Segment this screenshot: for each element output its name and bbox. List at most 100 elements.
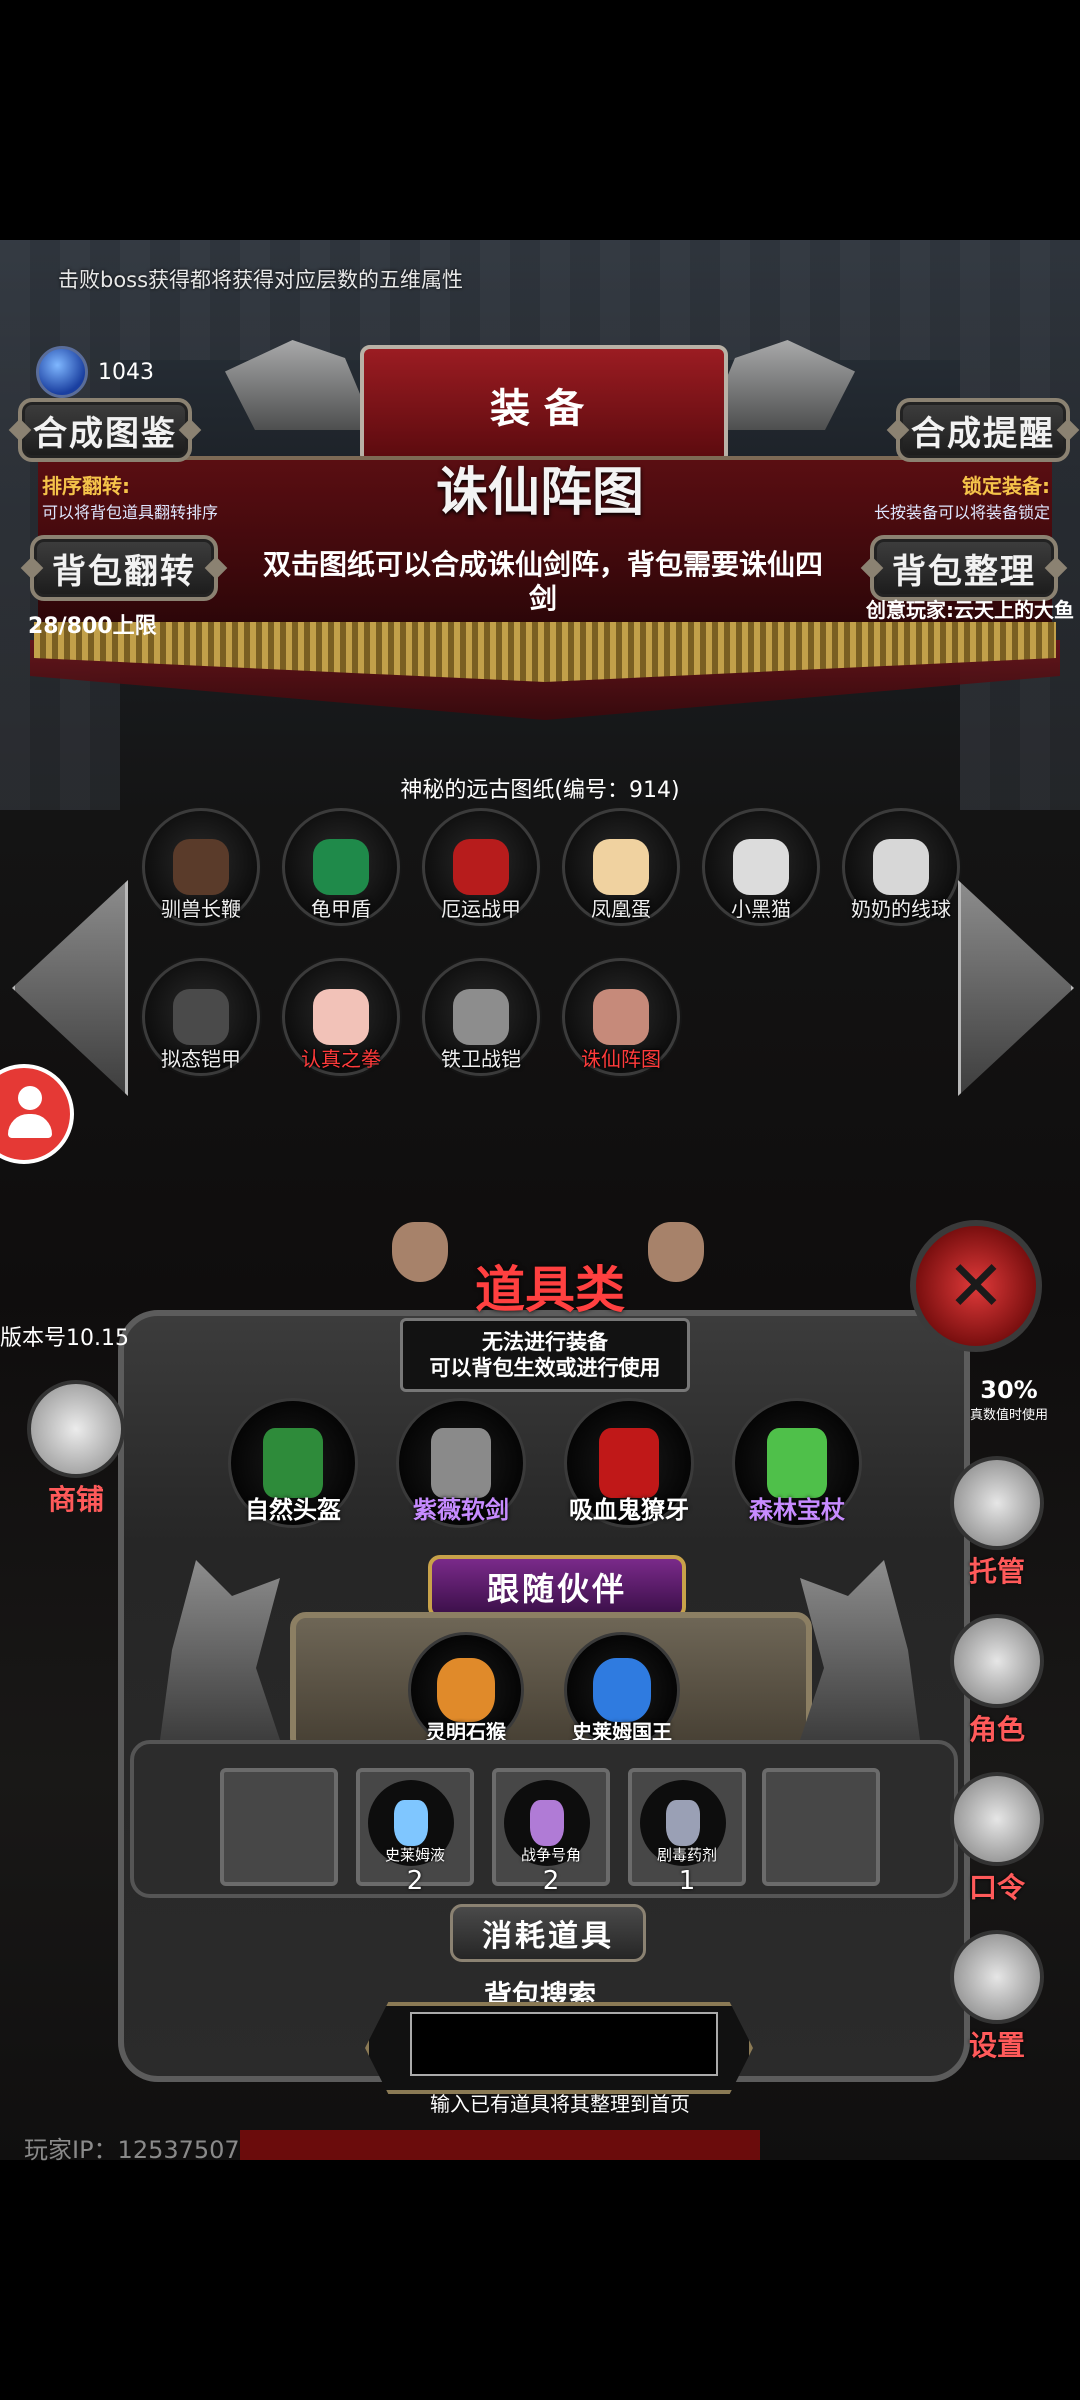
item-label: 龟甲盾	[311, 897, 371, 921]
search-hint: 输入已有道具将其整理到首页	[430, 2092, 690, 2116]
close-button[interactable]: ✕	[910, 1220, 1042, 1352]
crystal-icon	[36, 346, 88, 398]
selected-item-name: 诛仙阵图	[435, 463, 644, 523]
category-desc: 无法进行装备 可以背包生效或进行使用	[400, 1318, 690, 1392]
menu-button[interactable]: 托管	[950, 1456, 1044, 1590]
consumable-name: 剧毒药剂	[656, 1846, 717, 1864]
partner-slot[interactable]: 灵明石猴	[408, 1632, 524, 1748]
dice-icon	[950, 1456, 1044, 1550]
formation-map-icon	[593, 989, 649, 1045]
person-icon	[18, 1086, 42, 1110]
shop-button[interactable]: 商铺	[26, 1380, 126, 1518]
menu-button-label: 设置	[968, 2029, 1025, 2062]
mimic-armor-icon	[173, 989, 229, 1045]
iron-armor-icon	[453, 989, 509, 1045]
consumable-count: 1	[678, 1866, 696, 1896]
item-slot[interactable]: 凤凰蛋	[562, 808, 680, 926]
empty-slot[interactable]	[762, 1768, 880, 1886]
stone-monkey-icon	[437, 1658, 495, 1722]
lock-hint-desc: 长按装备可以将装备锁定	[873, 503, 1050, 522]
item-slot[interactable]: 奶奶的线球	[842, 808, 960, 926]
flip-hint-title: 排序翻转:	[42, 474, 130, 498]
item-slot[interactable]: 铁卫战铠	[422, 958, 540, 1076]
flip-button-label: 背包翻转	[52, 551, 196, 592]
partner-title: 跟随伙伴	[428, 1555, 686, 1619]
consumable-slot[interactable]: 史莱姆液 2	[356, 1768, 474, 1896]
war-horn-icon	[530, 1800, 564, 1846]
partner-slot[interactable]: 史莱姆国王	[564, 1632, 680, 1748]
turtle-shield-icon	[313, 839, 369, 895]
atlas-button[interactable]: 合成图鉴	[18, 398, 192, 462]
category-line1: 无法进行装备	[482, 1330, 608, 1354]
item-slot[interactable]: 小黑猫	[702, 808, 820, 926]
item-label: 凤凰蛋	[591, 897, 651, 921]
item-label: 厄运战甲	[441, 897, 521, 921]
equipped-label: 吸血鬼獠牙	[569, 1496, 689, 1524]
consumables-title: 消耗道具	[450, 1904, 646, 1962]
consumable-slot[interactable]: 剧毒药剂 1	[628, 1768, 746, 1896]
purple-sword-icon	[431, 1428, 491, 1498]
item-label: 认真之拳	[301, 1047, 381, 1071]
item-slot[interactable]: 诛仙阵图	[562, 958, 680, 1076]
lock-hint-title: 锁定装备:	[962, 474, 1050, 498]
menu-button-label: 托管	[968, 1555, 1025, 1588]
lock-hint: 锁定装备: 长按装备可以将装备锁定	[860, 470, 1050, 523]
equipped-slot[interactable]: 森林宝杖	[732, 1398, 862, 1528]
currency-value: 1043	[98, 359, 154, 385]
whip-icon	[173, 839, 229, 895]
player-id: 玩家IP：12537507	[24, 2136, 240, 2164]
currency: 1043	[36, 346, 154, 398]
item-slot[interactable]: 驯兽长鞭	[142, 808, 260, 926]
search-input[interactable]	[410, 2012, 718, 2076]
phoenix-egg-icon	[593, 839, 649, 895]
equipped-slot[interactable]: 吸血鬼獠牙	[564, 1398, 694, 1528]
castle-wall	[0, 240, 1080, 360]
consumable-count: 2	[406, 1866, 424, 1896]
poison-potion-icon	[666, 1800, 700, 1846]
creator-credit: 创意玩家:云天上的大鱼	[866, 598, 1074, 622]
item-label: 诛仙阵图	[581, 1047, 661, 1071]
empty-slot[interactable]	[220, 1768, 338, 1886]
equipped-label: 自然头盔	[245, 1496, 341, 1524]
fist-icon	[313, 989, 369, 1045]
value-badge-label: 真数值时使用	[969, 1408, 1048, 1423]
header-title: 装备	[490, 386, 598, 432]
selected-item-desc: 双击图纸可以合成诛仙剑阵，背包需要诛仙四剑	[262, 548, 823, 615]
menu-button[interactable]: 口令	[950, 1772, 1044, 1906]
equipped-slot[interactable]: 自然头盔	[228, 1398, 358, 1528]
consumable-count: 2	[542, 1866, 560, 1896]
menu-button[interactable]: 角色	[950, 1614, 1044, 1748]
item-slot[interactable]: 厄运战甲	[422, 808, 540, 926]
menu-button[interactable]: 设置	[950, 1930, 1044, 2064]
equipped-label: 紫薇软剑	[413, 1496, 509, 1524]
remind-button[interactable]: 合成提醒	[896, 398, 1070, 462]
flip-hint-desc: 可以将背包道具翻转排序	[42, 503, 219, 522]
shop-label: 商铺	[47, 1483, 104, 1516]
slime-king-icon	[593, 1658, 651, 1722]
sack-icon-right	[648, 1222, 704, 1282]
menu-button-label: 口令	[968, 1871, 1025, 1904]
black-cat-icon	[733, 839, 789, 895]
partner-title-label: 跟随伙伴	[486, 1570, 627, 1608]
slime-potion-icon	[394, 1800, 428, 1846]
consumable-slot[interactable]: 战争号角 2	[492, 1768, 610, 1896]
capacity: 28/800上限	[28, 614, 157, 639]
flip-button[interactable]: 背包翻转	[30, 535, 218, 601]
value-badge: 30% 真数值时使用	[954, 1376, 1064, 1423]
flip-hint: 排序翻转: 可以将背包道具翻转排序	[42, 470, 218, 523]
item-label: 拟态铠甲	[161, 1047, 241, 1071]
book-icon	[950, 1772, 1044, 1866]
item-slot[interactable]: 认真之拳	[282, 958, 400, 1076]
equipped-slot[interactable]: 紫薇软剑	[396, 1398, 526, 1528]
sort-button[interactable]: 背包整理	[870, 535, 1058, 601]
item-slot[interactable]: 拟态铠甲	[142, 958, 260, 1076]
remind-button-label: 合成提醒	[911, 413, 1055, 454]
version-label: 版本号10.15	[0, 1326, 129, 1351]
item-slot[interactable]: 龟甲盾	[282, 808, 400, 926]
consumables-title-label: 消耗道具	[482, 1919, 614, 1954]
blueprint-title: 神秘的远古图纸(编号：914)	[400, 778, 680, 803]
sack-icon-left	[392, 1222, 448, 1282]
value-badge-value: 30%	[980, 1376, 1038, 1404]
item-label: 小黑猫	[731, 897, 791, 921]
consumable-name: 史莱姆液	[384, 1846, 445, 1864]
